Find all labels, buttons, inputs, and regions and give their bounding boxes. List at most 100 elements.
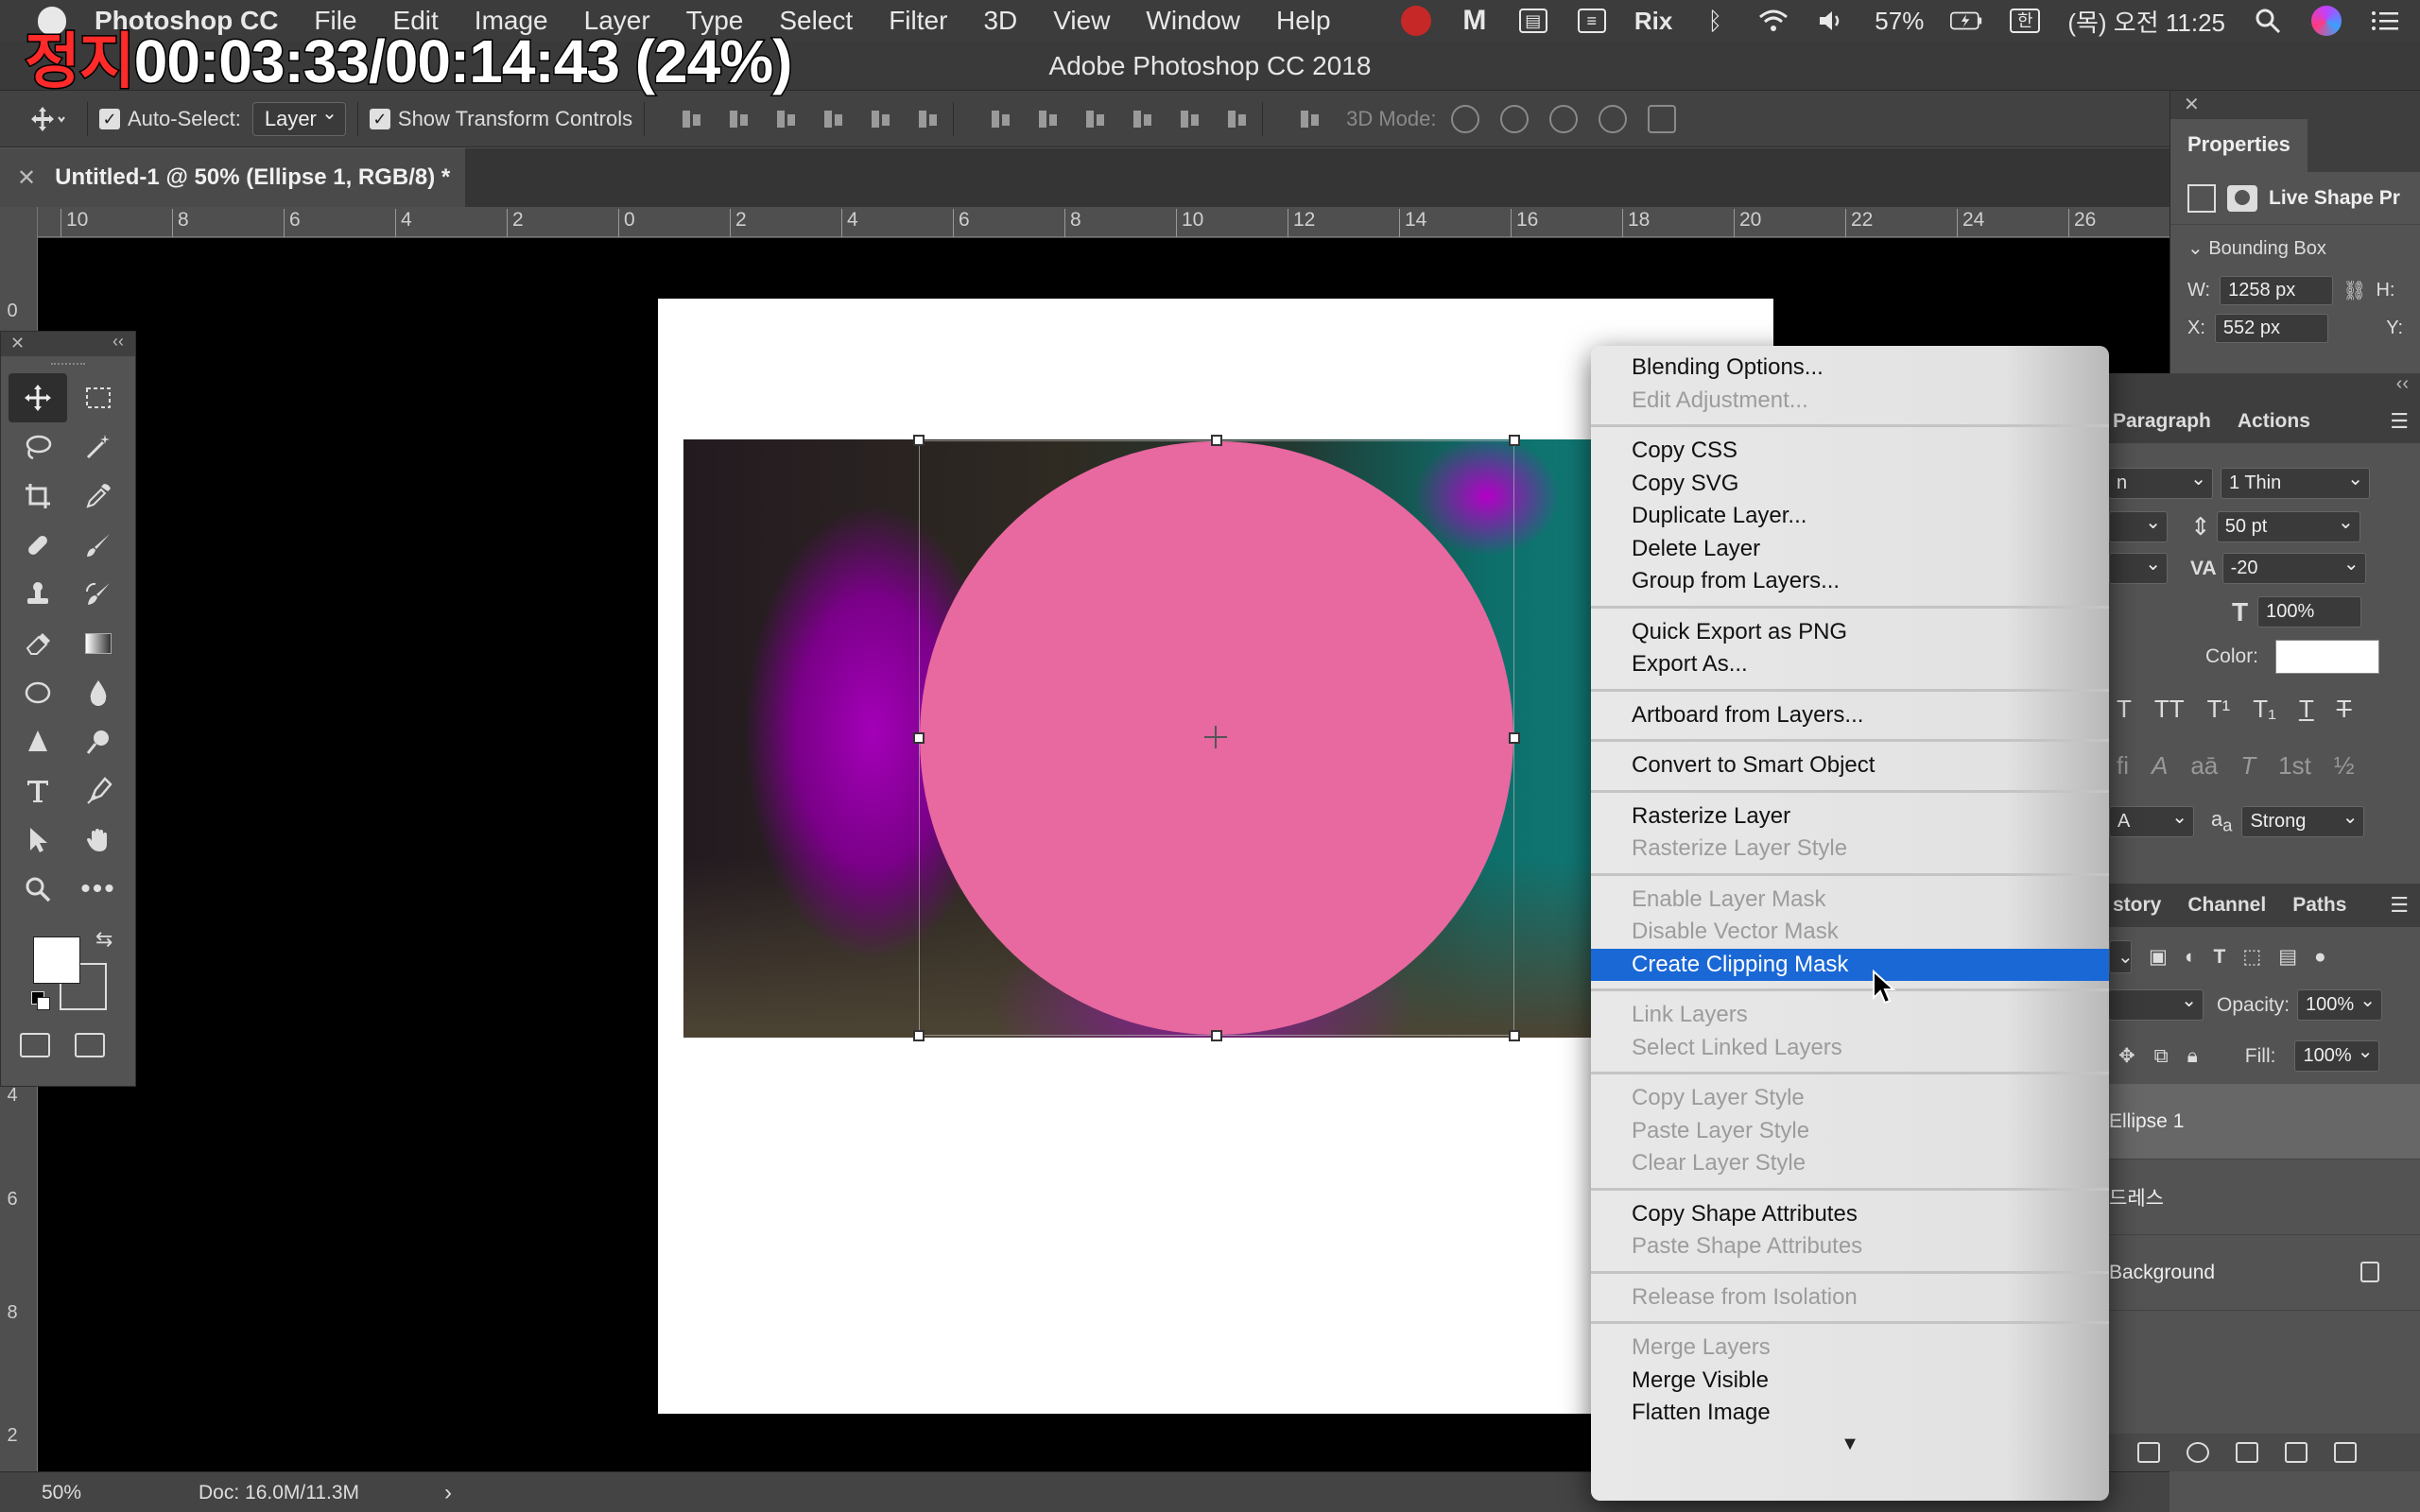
status-menu-arrow[interactable]: › [444, 1480, 452, 1506]
link-icon[interactable]: ⛓ [2342, 279, 2366, 302]
close-panel-icon[interactable]: ✕ [2184, 93, 2200, 116]
panel-menu-icon[interactable]: ☰ [2390, 409, 2409, 434]
filter-type-icon[interactable]: T [2214, 946, 2226, 969]
strikethrough-icon[interactable]: T [2337, 695, 2352, 724]
notification-center-icon[interactable] [2369, 7, 2401, 35]
font-style-dropdown[interactable]: 1 Thin [2221, 467, 2370, 499]
lock-all-icon[interactable]: 🔒︎ [2187, 1045, 2198, 1068]
menu-item-delete-layer[interactable]: Delete Layer [1591, 533, 2109, 566]
tab-channels[interactable]: Channel [2187, 894, 2266, 917]
font-size-field[interactable] [2109, 510, 2168, 542]
menu-item-group-from-layers[interactable]: Group from Layers... [1591, 565, 2109, 598]
horizontal-ruler[interactable]: 10 8 6 4 2 0 2 4 6 8 10 12 14 16 18 20 22 24 26 [38, 207, 2169, 237]
filter-adjustment-icon[interactable]: ◐ [2185, 946, 2197, 969]
faux-bold-icon[interactable]: T [2117, 695, 2132, 724]
menu-item-quick-export-as-png[interactable]: Quick Export as PNG [1591, 616, 2109, 649]
eraser-tool[interactable] [9, 619, 67, 668]
transform-icon[interactable] [2187, 183, 2216, 213]
dodge-tool[interactable] [69, 717, 128, 766]
adjustment-layer-icon[interactable] [2187, 1442, 2209, 1463]
battery-icon[interactable] [1950, 7, 1982, 35]
zoom-level[interactable]: 50% [42, 1482, 81, 1504]
3d-roll-icon[interactable] [1500, 104, 1530, 133]
font-family-field[interactable]: n [2109, 467, 2213, 499]
collapse-panel-icon[interactable]: ‹‹ [2396, 373, 2409, 394]
trash-icon[interactable] [2334, 1442, 2357, 1463]
siri-icon[interactable] [2310, 6, 2342, 36]
layer-row-ellipse-1[interactable]: Ellipse 1 [2109, 1084, 2420, 1160]
move-tool-preset-icon[interactable] [19, 105, 76, 133]
align-top-icon[interactable] [679, 106, 705, 132]
opacity-field[interactable]: 100% [2297, 988, 2383, 1021]
rix-icon[interactable]: Rix [1634, 7, 1672, 36]
panel-menu-icon[interactable]: ☰ [2390, 893, 2409, 918]
shape-tool[interactable] [9, 668, 67, 717]
fill-field[interactable]: 100% [2294, 1040, 2380, 1072]
align-bottom-icon[interactable] [773, 106, 800, 132]
notes-icon[interactable]: ▤ [1517, 7, 1549, 35]
stack-icon[interactable]: ≡ [1576, 7, 1608, 35]
transform-center-icon[interactable] [1204, 726, 1227, 748]
vertical-scale-field[interactable]: 100% [2257, 596, 2362, 627]
filter-smart-icon[interactable]: ▤ [2278, 945, 2297, 969]
brush-tool[interactable] [69, 521, 128, 570]
new-group-icon[interactable] [2236, 1442, 2258, 1463]
menu-item-create-clipping-mask[interactable]: Create Clipping Mask [1591, 948, 2109, 981]
3d-pan-icon[interactable] [1549, 104, 1579, 133]
layer-row-dress[interactable]: 드레스 [2109, 1160, 2420, 1235]
ordinal-icon[interactable]: 1st [2278, 751, 2311, 781]
quick-mask-icon[interactable] [20, 1033, 50, 1057]
input-language-icon[interactable]: 한 [2009, 7, 2041, 35]
crop-tool[interactable] [9, 472, 67, 521]
wifi-icon[interactable] [1757, 7, 1789, 35]
tab-paragraph[interactable]: Paragraph [2113, 410, 2211, 433]
menu-item-copy-svg[interactable]: Copy SVG [1591, 468, 2109, 501]
collapse-panel-icon[interactable]: ‹‹ [112, 332, 124, 352]
underline-icon[interactable]: T [2299, 695, 2314, 724]
distribute-bottom-icon[interactable] [1082, 106, 1109, 132]
menu-item-blending-options[interactable]: Blending Options... [1591, 352, 2109, 385]
clone-stamp-tool[interactable] [9, 570, 67, 619]
3d-slide-icon[interactable] [1599, 104, 1628, 133]
history-brush-tool[interactable] [69, 570, 128, 619]
align-hcenter-icon[interactable] [868, 106, 894, 132]
spotlight-search-icon[interactable] [2252, 7, 2284, 35]
move-tool[interactable] [9, 373, 67, 422]
transform-handle[interactable] [1211, 435, 1222, 446]
align-vcenter-icon[interactable] [726, 106, 752, 132]
tab-properties[interactable]: Properties [2170, 119, 2308, 172]
tab-actions[interactable]: Actions [2238, 410, 2310, 433]
lasso-tool[interactable] [9, 422, 67, 472]
leading-field[interactable]: 50 pt [2216, 510, 2360, 542]
lock-position-icon[interactable]: ✥ [2118, 1044, 2135, 1068]
bounding-box-section[interactable]: ⌄ Bounding Box [2170, 225, 2420, 271]
filter-image-icon[interactable]: ▣ [2149, 945, 2168, 969]
menu-window[interactable]: Window [1146, 6, 1240, 36]
lock-icon[interactable] [2360, 1262, 2379, 1282]
fraction-icon[interactable]: ½ [2334, 751, 2355, 781]
menu-filter[interactable]: Filter [889, 6, 947, 36]
menubar-clock[interactable]: (목) 오전 11:25 [2067, 4, 2225, 39]
filter-shape-icon[interactable]: ⬚ [2242, 945, 2261, 969]
menu-help[interactable]: Help [1276, 6, 1331, 36]
tab-history[interactable]: story [2113, 894, 2161, 917]
superscript-icon[interactable]: T¹ [2207, 695, 2231, 724]
filter-toggle-icon[interactable]: ● [2314, 946, 2326, 969]
transform-handle[interactable] [1509, 435, 1520, 446]
magic-wand-tool[interactable] [69, 422, 128, 472]
distribute-left-icon[interactable] [1130, 106, 1156, 132]
add-mask-icon[interactable] [2137, 1442, 2160, 1463]
menu-scroll-down-icon[interactable]: ▼ [1591, 1430, 2109, 1458]
titling-icon[interactable]: T [2240, 751, 2256, 781]
pen-tool[interactable] [69, 766, 128, 816]
text-color-swatch[interactable] [2275, 640, 2380, 674]
healing-brush-tool[interactable] [9, 521, 67, 570]
default-colors-icon[interactable] [31, 991, 52, 1012]
blend-mode-dropdown[interactable] [2109, 988, 2204, 1021]
distribute-top-icon[interactable] [988, 106, 1014, 132]
3d-camera-icon[interactable] [1648, 104, 1677, 133]
menu-item-duplicate-layer[interactable]: Duplicate Layer... [1591, 500, 2109, 533]
3d-orbit-icon[interactable] [1451, 104, 1480, 133]
stylistic-icon[interactable]: aā [2190, 751, 2218, 781]
tracking-field[interactable]: -20 [2221, 552, 2366, 584]
